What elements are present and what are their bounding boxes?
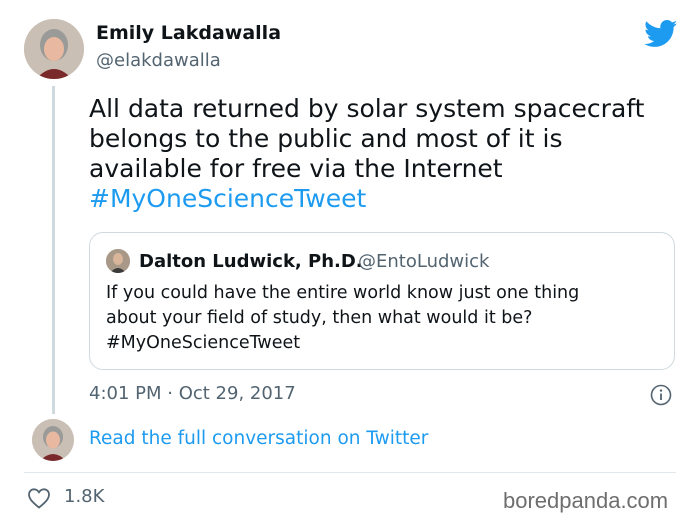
read-conversation-link[interactable]: Read the full conversation on Twitter xyxy=(89,428,428,449)
tweet-timestamp[interactable]: 4:01 PM · Oct 29, 2017 xyxy=(89,383,296,404)
author-handle[interactable]: @elakdawalla xyxy=(96,50,221,71)
watermark: boredpanda.com xyxy=(503,488,669,513)
author-avatar-small[interactable] xyxy=(32,419,74,461)
tweet-text: All data returned by solar system spacec… xyxy=(89,94,679,214)
quoted-author-avatar xyxy=(106,249,130,273)
author-avatar[interactable] xyxy=(24,19,84,79)
twitter-bird-icon[interactable] xyxy=(644,20,678,48)
quoted-author-name: Dalton Ludwick, Ph.D. xyxy=(139,251,363,272)
tweet-hashtag[interactable]: #MyOneScienceTweet xyxy=(89,184,366,213)
thread-line xyxy=(52,86,55,414)
divider xyxy=(24,472,676,473)
author-name[interactable]: Emily Lakdawalla xyxy=(96,22,281,44)
quoted-author-handle: @EntoLudwick xyxy=(358,251,490,272)
like-count[interactable]: 1.8K xyxy=(64,486,104,507)
heart-icon[interactable] xyxy=(27,487,51,509)
tweet-body-text: All data returned by solar system spacec… xyxy=(89,94,645,183)
quoted-tweet-text: If you could have the entire world know … xyxy=(106,283,580,353)
info-icon[interactable] xyxy=(650,384,672,406)
quoted-tweet-card[interactable]: Dalton Ludwick, Ph.D. @EntoLudwick If yo… xyxy=(89,232,675,370)
